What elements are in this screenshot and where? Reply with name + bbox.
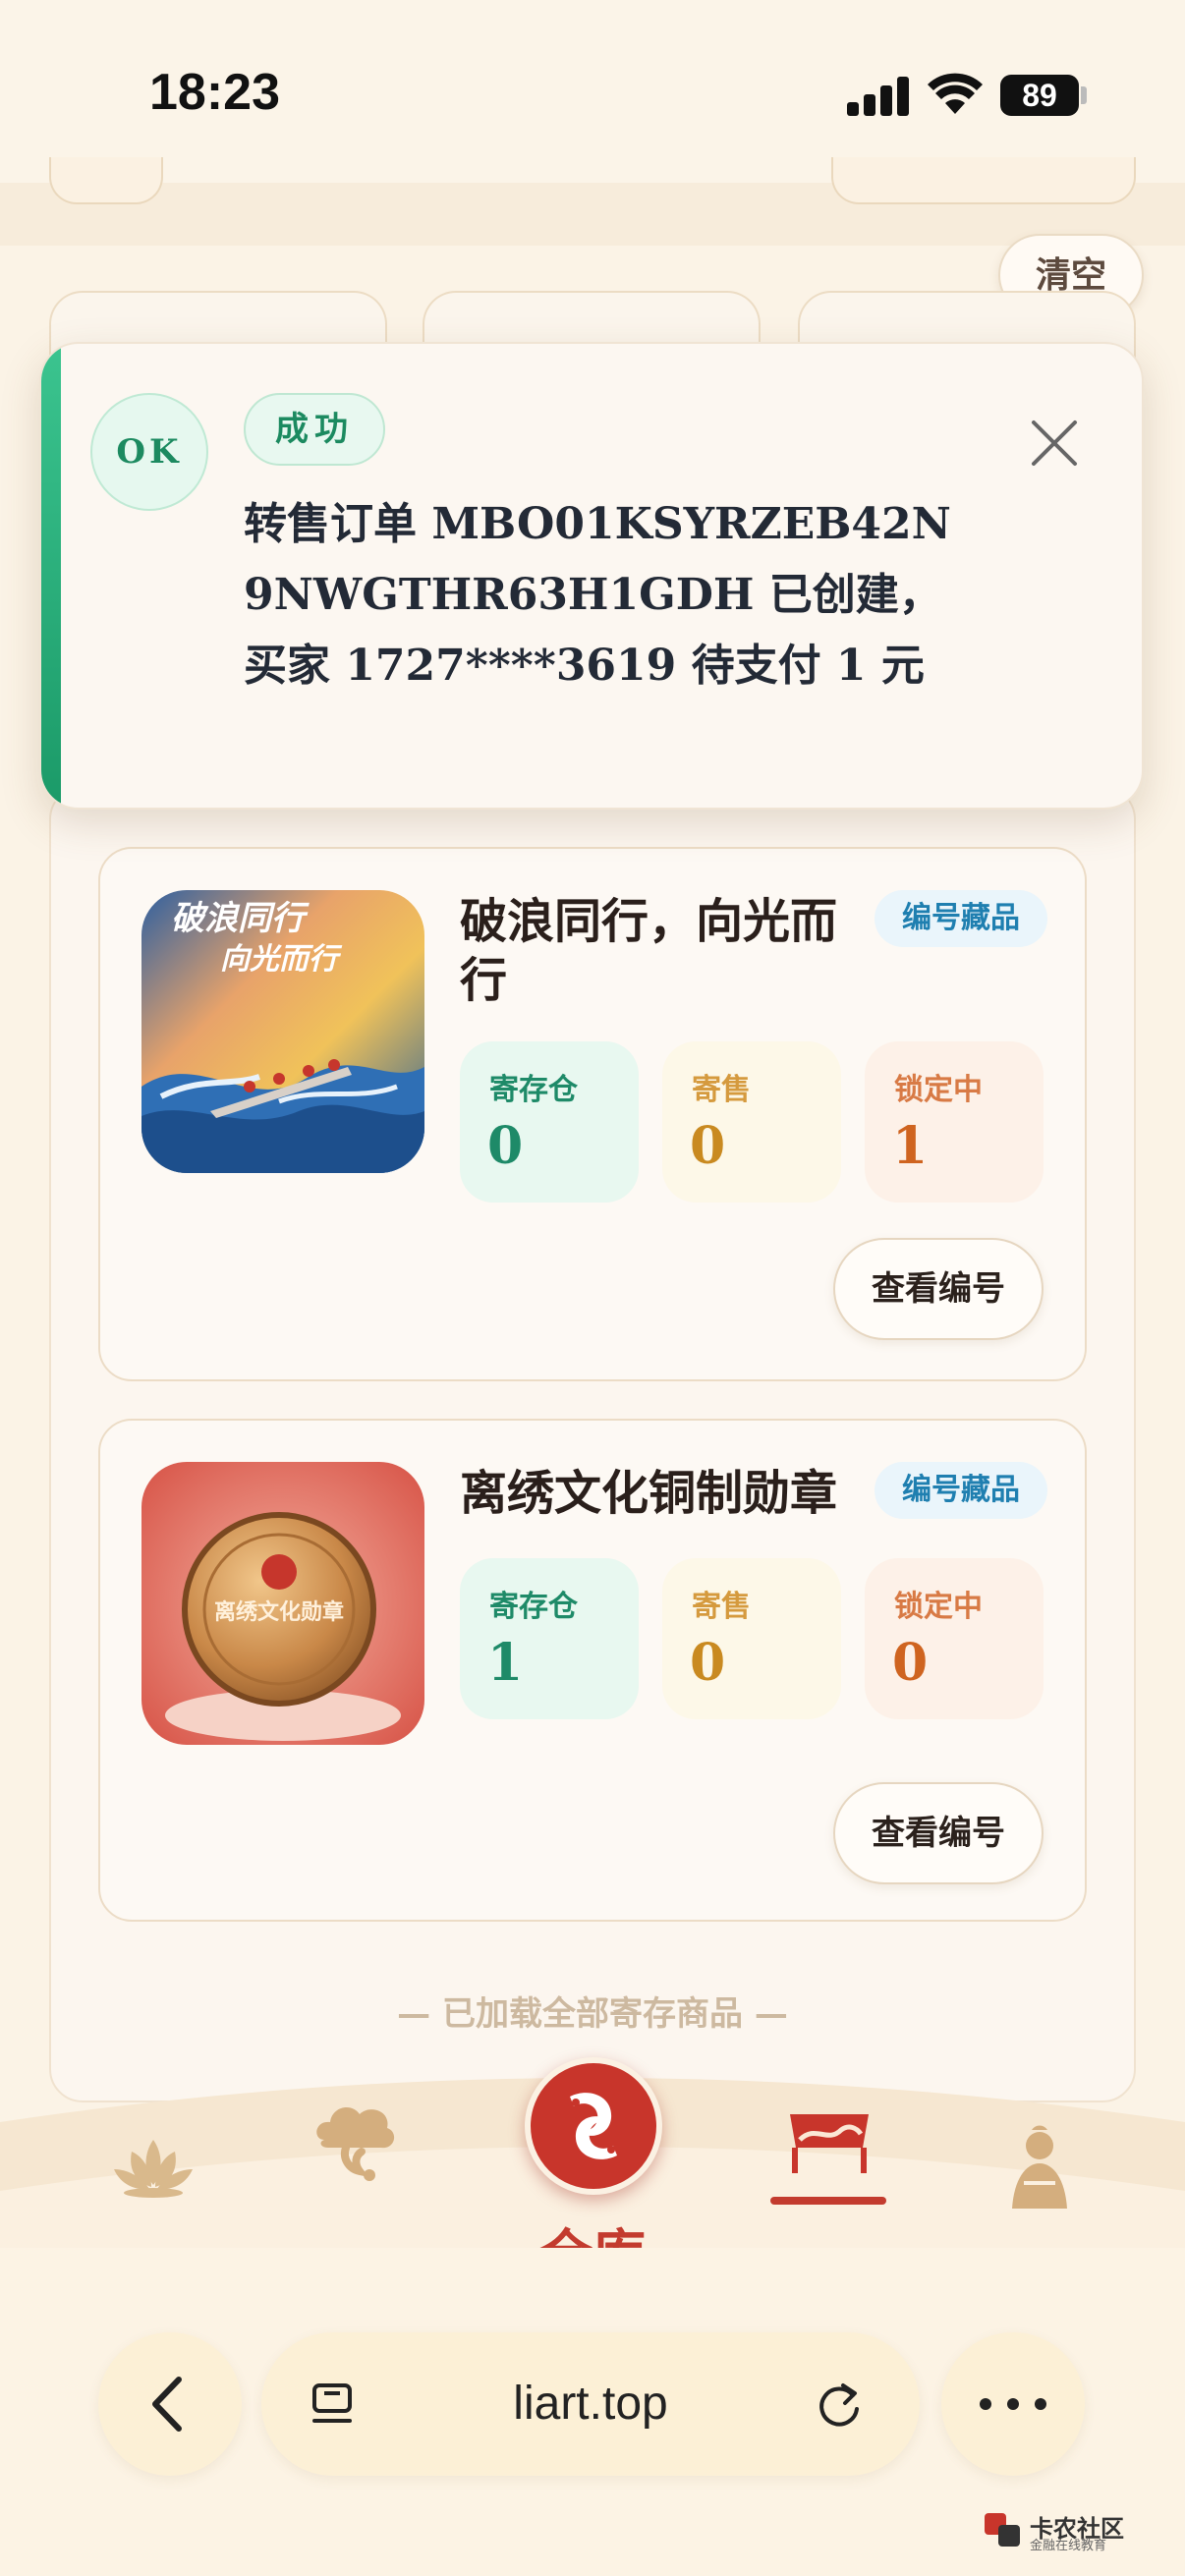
battery-tip <box>1081 86 1087 104</box>
numbered-badge: 编号藏品 <box>875 890 1047 947</box>
reload-icon[interactable] <box>814 2380 865 2431</box>
close-icon[interactable] <box>1026 415 1083 472</box>
battery-icon: 89 <box>1000 75 1079 116</box>
cellular-signal-icon <box>847 77 910 116</box>
header-left-control[interactable] <box>49 157 163 204</box>
collection-card: 离绣文化勋章 离绣文化铜制勋章 编号藏品 寄存仓 1 寄售 0 锁定中 0 查看… <box>98 1419 1087 1922</box>
back-button[interactable] <box>98 2332 242 2476</box>
header-right-control[interactable] <box>831 157 1136 204</box>
svg-text:离绣文化勋章: 离绣文化勋章 <box>214 1599 344 1625</box>
svg-text:破浪同行: 破浪同行 <box>171 899 310 938</box>
success-toast: OK 成功 转售订单 MBO01KSYRZEB42N9NWGTHR63H1GDH… <box>39 342 1144 810</box>
collection-card: 破浪同行 向光而行 破浪同行，向光而行 编号藏品 寄存仓 0 寄售 0 锁定中 … <box>98 847 1087 1381</box>
stat-label: 寄存仓 <box>489 1073 578 1107</box>
lotus-icon[interactable] <box>112 2134 195 2199</box>
all-loaded-text: — 已加载全部寄存商品 — <box>397 1994 788 2034</box>
toast-message: 转售订单 MBO01KSYRZEB42N9NWGTHR63H1GDH 已创建，买… <box>244 499 951 691</box>
svg-text:向光而行: 向光而行 <box>220 942 343 977</box>
cloud-icon[interactable] <box>312 2100 397 2181</box>
stat-value: 1 <box>892 1116 929 1176</box>
status-time: 18:23 <box>149 64 280 121</box>
watermark-logo-icon <box>985 2513 1020 2547</box>
more-dots-icon <box>980 2398 1046 2410</box>
nav-active-indicator <box>770 2197 886 2205</box>
watermark: 卡农社区 金融在线教育 <box>983 2509 1159 2552</box>
ok-icon: OK <box>90 393 208 511</box>
stat-consignment: 寄售 0 <box>662 1558 841 1719</box>
more-button[interactable] <box>941 2332 1085 2476</box>
banner-flag-icon[interactable] <box>786 2108 873 2179</box>
chevron-left-icon <box>152 2377 182 2432</box>
stat-label: 锁定中 <box>894 1073 983 1107</box>
stat-locked: 锁定中 0 <box>865 1558 1044 1719</box>
stat-storage: 寄存仓 0 <box>460 1041 639 1203</box>
stat-consignment: 寄售 0 <box>662 1041 841 1203</box>
status-bar: 18:23 89 <box>0 0 1185 183</box>
wifi-icon <box>928 73 983 114</box>
stat-value: 0 <box>892 1633 929 1693</box>
stat-label: 锁定中 <box>894 1590 983 1624</box>
stat-storage: 寄存仓 1 <box>460 1558 639 1719</box>
watermark-subtitle: 金融在线教育 <box>1030 2538 1107 2552</box>
numbered-badge: 编号藏品 <box>875 1462 1047 1519</box>
warehouse-nav-button[interactable] <box>525 2057 662 2195</box>
stat-value: 0 <box>690 1116 726 1176</box>
profile-figure-icon[interactable] <box>1002 2124 1077 2211</box>
stat-locked: 锁定中 1 <box>865 1041 1044 1203</box>
dragon-icon <box>570 2093 617 2159</box>
stat-value: 0 <box>690 1633 726 1693</box>
stat-label: 寄售 <box>692 1073 751 1107</box>
rowing-artwork: 破浪同行 向光而行 <box>141 890 424 1173</box>
stat-value: 0 <box>487 1116 524 1176</box>
stat-label: 寄存仓 <box>489 1590 578 1624</box>
collection-image: 离绣文化勋章 <box>141 1462 424 1745</box>
view-serial-button[interactable]: 查看编号 <box>833 1782 1044 1884</box>
toast-accent-bar <box>41 344 61 808</box>
collection-image: 破浪同行 向光而行 <box>141 890 424 1173</box>
stat-label: 寄售 <box>692 1590 751 1624</box>
collection-title: 离绣文化铜制勋章 <box>460 1466 838 1521</box>
success-tag: 成功 <box>244 393 385 466</box>
collection-title: 破浪同行，向光而行 <box>460 894 838 1008</box>
address-bar[interactable]: liart.top <box>261 2332 920 2476</box>
medal-artwork: 离绣文化勋章 <box>141 1462 424 1745</box>
view-serial-button[interactable]: 查看编号 <box>833 1238 1044 1340</box>
stat-value: 1 <box>487 1633 524 1693</box>
